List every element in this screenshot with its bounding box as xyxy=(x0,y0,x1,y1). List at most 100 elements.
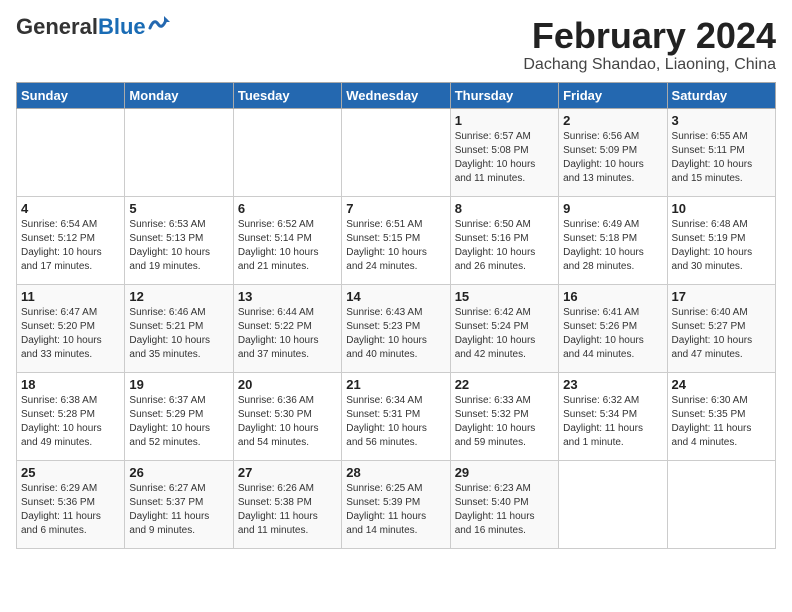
day-info: Sunrise: 6:43 AM Sunset: 5:23 PM Dayligh… xyxy=(346,306,445,362)
day-number: 1 xyxy=(455,113,554,128)
calendar-cell: 4 Sunrise: 6:54 AM Sunset: 5:12 PM Daylig… xyxy=(17,196,125,284)
day-number: 9 xyxy=(563,201,662,216)
day-number: 27 xyxy=(238,465,337,480)
calendar-cell: 21 Sunrise: 6:34 AM Sunset: 5:31 PM Dayli… xyxy=(342,372,450,460)
day-info: Sunrise: 6:50 AM Sunset: 5:16 PM Dayligh… xyxy=(455,218,554,274)
day-info: Sunrise: 6:27 AM Sunset: 5:37 PM Dayligh… xyxy=(129,482,228,538)
logo-wave-icon xyxy=(148,14,170,32)
day-number: 3 xyxy=(672,113,771,128)
weekday-header-wednesday: Wednesday xyxy=(342,82,450,108)
day-info: Sunrise: 6:30 AM Sunset: 5:35 PM Dayligh… xyxy=(672,394,771,450)
day-number: 15 xyxy=(455,289,554,304)
day-number: 19 xyxy=(129,377,228,392)
calendar-cell: 10Sunrise: 6:48 AM Sunset: 5:19 PM Dayli… xyxy=(667,196,775,284)
day-info: Sunrise: 6:41 AM Sunset: 5:26 PM Dayligh… xyxy=(563,306,662,362)
day-info: Sunrise: 6:51 AM Sunset: 5:15 PM Dayligh… xyxy=(346,218,445,274)
logo-general: General xyxy=(16,14,98,39)
day-number: 25 xyxy=(21,465,120,480)
day-number: 6 xyxy=(238,201,337,216)
calendar-cell: 16 Sunrise: 6:41 AM Sunset: 5:26 PM Dayli… xyxy=(559,284,667,372)
weekday-header-tuesday: Tuesday xyxy=(233,82,341,108)
calendar-cell xyxy=(559,460,667,548)
day-number: 16 xyxy=(563,289,662,304)
day-info: Sunrise: 6:47 AM Sunset: 5:20 PM Dayligh… xyxy=(21,306,120,362)
weekday-header-saturday: Saturday xyxy=(667,82,775,108)
day-number: 5 xyxy=(129,201,228,216)
day-number: 7 xyxy=(346,201,445,216)
day-number: 26 xyxy=(129,465,228,480)
day-info: Sunrise: 6:52 AM Sunset: 5:14 PM Dayligh… xyxy=(238,218,337,274)
page-header: GeneralBlue February 2024 Dachang Shanda… xyxy=(16,16,776,74)
day-info: Sunrise: 6:46 AM Sunset: 5:21 PM Dayligh… xyxy=(129,306,228,362)
calendar-cell: 28 Sunrise: 6:25 AM Sunset: 5:39 PM Dayli… xyxy=(342,460,450,548)
day-number: 22 xyxy=(455,377,554,392)
calendar-cell xyxy=(17,108,125,196)
day-number: 2 xyxy=(563,113,662,128)
weekday-header-monday: Monday xyxy=(125,82,233,108)
calendar-cell: 8 Sunrise: 6:50 AM Sunset: 5:16 PM Daylig… xyxy=(450,196,558,284)
day-number: 10 xyxy=(672,201,771,216)
day-number: 13 xyxy=(238,289,337,304)
calendar-cell: 5 Sunrise: 6:53 AM Sunset: 5:13 PM Daylig… xyxy=(125,196,233,284)
calendar-cell: 19 Sunrise: 6:37 AM Sunset: 5:29 PM Dayli… xyxy=(125,372,233,460)
day-number: 20 xyxy=(238,377,337,392)
calendar-cell xyxy=(233,108,341,196)
weekday-header-friday: Friday xyxy=(559,82,667,108)
day-info: Sunrise: 6:53 AM Sunset: 5:13 PM Dayligh… xyxy=(129,218,228,274)
calendar-cell: 24Sunrise: 6:30 AM Sunset: 5:35 PM Dayli… xyxy=(667,372,775,460)
calendar-cell: 7 Sunrise: 6:51 AM Sunset: 5:15 PM Daylig… xyxy=(342,196,450,284)
logo-blue: Blue xyxy=(98,14,146,39)
day-number: 4 xyxy=(21,201,120,216)
calendar-cell: 14 Sunrise: 6:43 AM Sunset: 5:23 PM Dayli… xyxy=(342,284,450,372)
day-number: 28 xyxy=(346,465,445,480)
day-info: Sunrise: 6:23 AM Sunset: 5:40 PM Dayligh… xyxy=(455,482,554,538)
calendar-cell: 25 Sunrise: 6:29 AM Sunset: 5:36 PM Dayli… xyxy=(17,460,125,548)
calendar-cell xyxy=(342,108,450,196)
day-info: Sunrise: 6:55 AM Sunset: 5:11 PM Dayligh… xyxy=(672,130,771,186)
day-info: Sunrise: 6:40 AM Sunset: 5:27 PM Dayligh… xyxy=(672,306,771,362)
day-info: Sunrise: 6:57 AM Sunset: 5:08 PM Dayligh… xyxy=(455,130,554,186)
title-block: February 2024 Dachang Shandao, Liaoning,… xyxy=(523,16,776,74)
day-number: 14 xyxy=(346,289,445,304)
logo-text: GeneralBlue xyxy=(16,16,146,38)
day-info: Sunrise: 6:32 AM Sunset: 5:34 PM Dayligh… xyxy=(563,394,662,450)
day-info: Sunrise: 6:44 AM Sunset: 5:22 PM Dayligh… xyxy=(238,306,337,362)
day-info: Sunrise: 6:49 AM Sunset: 5:18 PM Dayligh… xyxy=(563,218,662,274)
calendar-cell: 9 Sunrise: 6:49 AM Sunset: 5:18 PM Daylig… xyxy=(559,196,667,284)
weekday-header-sunday: Sunday xyxy=(17,82,125,108)
day-info: Sunrise: 6:29 AM Sunset: 5:36 PM Dayligh… xyxy=(21,482,120,538)
logo: GeneralBlue xyxy=(16,16,170,38)
calendar-cell: 6 Sunrise: 6:52 AM Sunset: 5:14 PM Daylig… xyxy=(233,196,341,284)
calendar-cell: 12 Sunrise: 6:46 AM Sunset: 5:21 PM Dayli… xyxy=(125,284,233,372)
day-info: Sunrise: 6:37 AM Sunset: 5:29 PM Dayligh… xyxy=(129,394,228,450)
calendar-cell: 26 Sunrise: 6:27 AM Sunset: 5:37 PM Dayli… xyxy=(125,460,233,548)
day-info: Sunrise: 6:56 AM Sunset: 5:09 PM Dayligh… xyxy=(563,130,662,186)
day-number: 18 xyxy=(21,377,120,392)
day-number: 21 xyxy=(346,377,445,392)
calendar-table: SundayMondayTuesdayWednesdayThursdayFrid… xyxy=(16,82,776,549)
calendar-cell: 1 Sunrise: 6:57 AM Sunset: 5:08 PM Daylig… xyxy=(450,108,558,196)
calendar-cell xyxy=(667,460,775,548)
calendar-cell: 3 Sunrise: 6:55 AM Sunset: 5:11 PM Daylig… xyxy=(667,108,775,196)
day-number: 12 xyxy=(129,289,228,304)
calendar-cell: 11 Sunrise: 6:47 AM Sunset: 5:20 PM Dayli… xyxy=(17,284,125,372)
calendar-cell: 23 Sunrise: 6:32 AM Sunset: 5:34 PM Dayli… xyxy=(559,372,667,460)
location-subtitle: Dachang Shandao, Liaoning, China xyxy=(523,56,776,74)
calendar-cell: 20 Sunrise: 6:36 AM Sunset: 5:30 PM Dayli… xyxy=(233,372,341,460)
day-number: 29 xyxy=(455,465,554,480)
day-number: 23 xyxy=(563,377,662,392)
calendar-cell: 29 Sunrise: 6:23 AM Sunset: 5:40 PM Dayli… xyxy=(450,460,558,548)
day-info: Sunrise: 6:38 AM Sunset: 5:28 PM Dayligh… xyxy=(21,394,120,450)
calendar-cell: 2 Sunrise: 6:56 AM Sunset: 5:09 PM Daylig… xyxy=(559,108,667,196)
day-info: Sunrise: 6:33 AM Sunset: 5:32 PM Dayligh… xyxy=(455,394,554,450)
day-info: Sunrise: 6:54 AM Sunset: 5:12 PM Dayligh… xyxy=(21,218,120,274)
day-info: Sunrise: 6:25 AM Sunset: 5:39 PM Dayligh… xyxy=(346,482,445,538)
calendar-cell: 27 Sunrise: 6:26 AM Sunset: 5:38 PM Dayli… xyxy=(233,460,341,548)
day-number: 8 xyxy=(455,201,554,216)
day-info: Sunrise: 6:34 AM Sunset: 5:31 PM Dayligh… xyxy=(346,394,445,450)
day-number: 11 xyxy=(21,289,120,304)
day-info: Sunrise: 6:26 AM Sunset: 5:38 PM Dayligh… xyxy=(238,482,337,538)
day-info: Sunrise: 6:36 AM Sunset: 5:30 PM Dayligh… xyxy=(238,394,337,450)
day-number: 17 xyxy=(672,289,771,304)
calendar-cell xyxy=(125,108,233,196)
